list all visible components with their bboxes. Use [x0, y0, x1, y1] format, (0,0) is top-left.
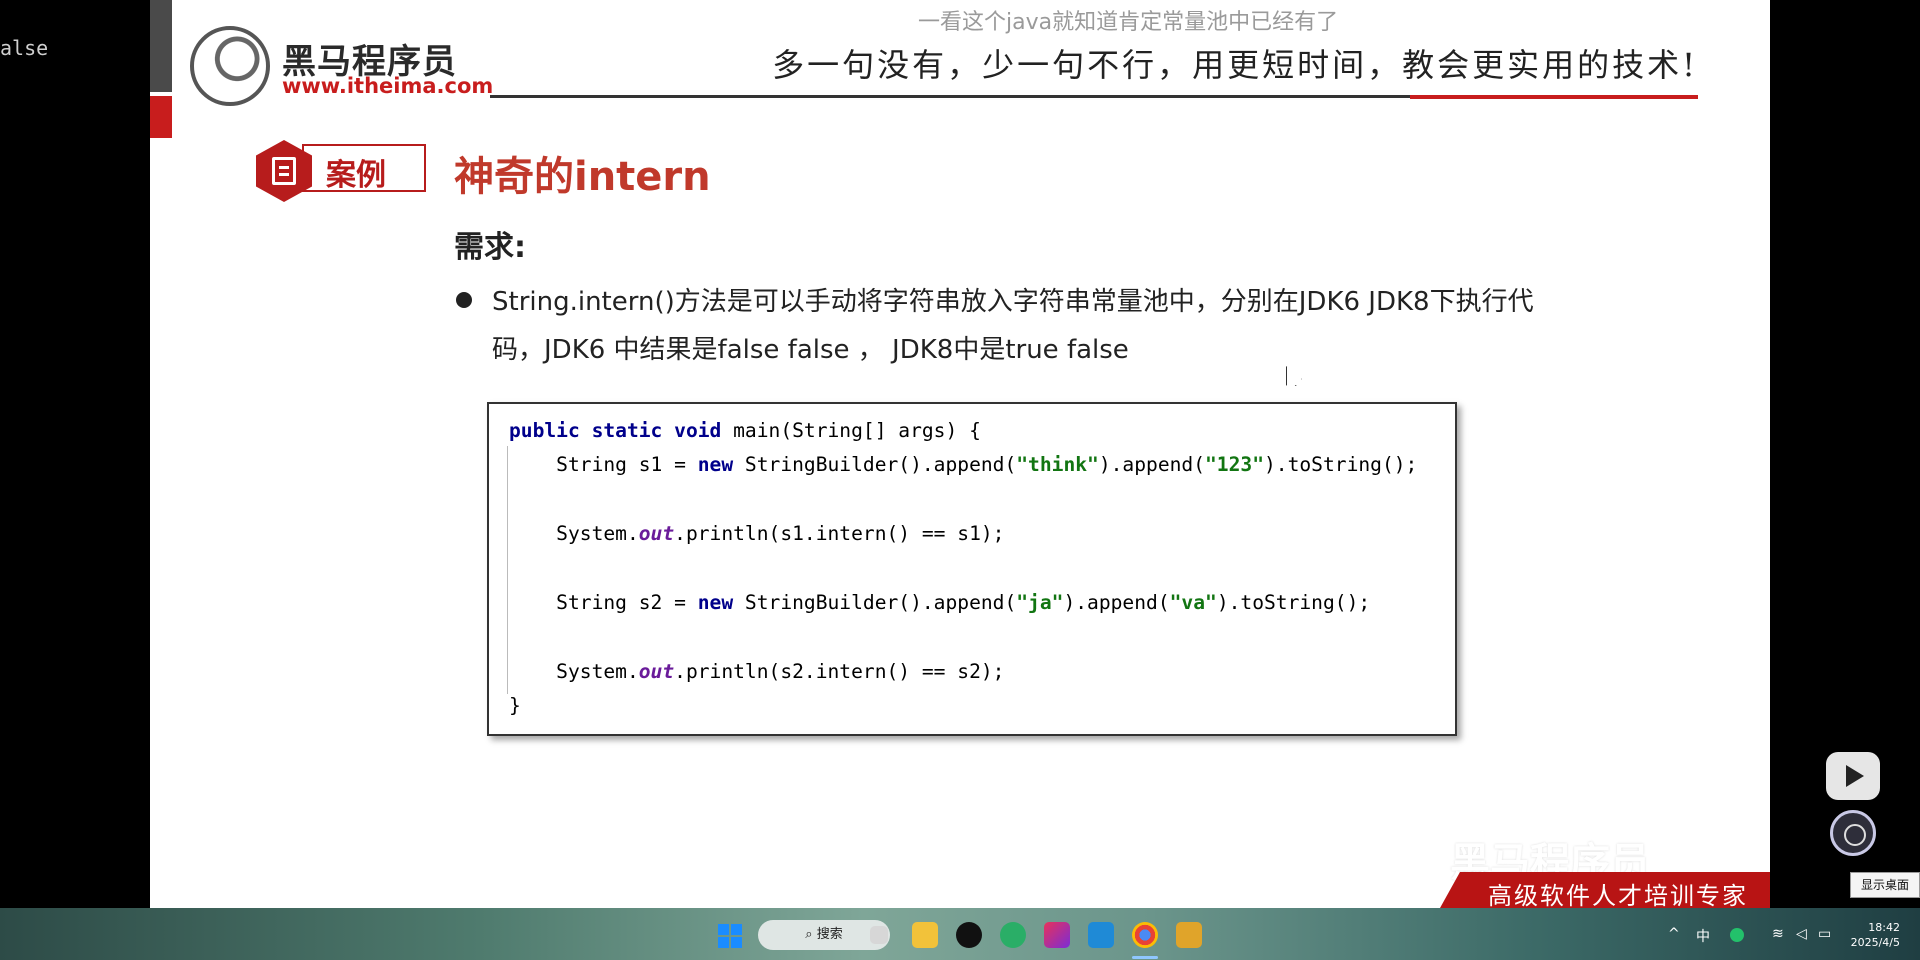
presentation-slide: 黑马程序员 www.itheima.com 一看这个java就知道肯定常量池中已… [150, 0, 1770, 908]
footer-text: 高级软件人才培训专家 [1488, 882, 1748, 908]
taskbar: ⌕ 搜索 ^ 中 ≋ ◁ ▭ 18:42 2025/4/5 [0, 908, 1920, 960]
app-icon[interactable] [1176, 922, 1202, 948]
case-badge: 案例 [256, 140, 426, 202]
bullet-dot-icon [456, 292, 472, 308]
indent-guide [507, 446, 508, 694]
taskbar-search-label: 搜索 [816, 927, 843, 942]
background-terminal-text: alse [0, 36, 49, 60]
search-icon: ⌕ [805, 927, 817, 942]
volume-icon[interactable]: ◁ [1796, 926, 1807, 942]
status-app-icon[interactable] [1730, 928, 1744, 942]
active-app-indicator [1132, 956, 1158, 959]
slide-title: 神奇的intern [454, 154, 711, 200]
requirement-label: 需求: [454, 230, 526, 265]
wifi-icon[interactable]: ≋ [1772, 926, 1784, 942]
avatar[interactable] [1830, 810, 1876, 856]
ime-indicator[interactable]: 中 [1696, 926, 1710, 946]
vscode-icon[interactable] [1088, 922, 1114, 948]
play-button-icon[interactable] [1826, 752, 1880, 800]
battery-icon[interactable]: ▭ [1818, 926, 1831, 942]
overlay-caption: 一看这个java就知道肯定常量池中已经有了 [918, 10, 1339, 35]
clock-time: 18:42 [1868, 921, 1900, 934]
code-block: public static void main(String[] args) {… [487, 402, 1457, 736]
clock-date: 2025/4/5 [1850, 936, 1900, 949]
chrome-icon[interactable] [1132, 922, 1158, 948]
wechat-icon[interactable] [1000, 922, 1026, 948]
windows-start-icon[interactable] [718, 924, 742, 948]
qq-icon[interactable] [956, 922, 982, 948]
document-icon [272, 157, 296, 185]
case-label: 案例 [326, 158, 386, 193]
show-desktop-tooltip: 显示桌面 [1850, 872, 1920, 898]
slogan: 多一句没有，少一句不行，用更短时间，教会更实用的技术! [772, 46, 1698, 84]
intellij-idea-icon[interactable] [1044, 922, 1070, 948]
taskbar-clock[interactable]: 18:42 2025/4/5 [1840, 920, 1900, 950]
requirement-description: String.intern()方法是可以手动将字符串放入字符串常量池中，分别在J… [492, 287, 1534, 365]
chevron-up-icon[interactable]: ^ [1668, 926, 1680, 942]
header-divider-accent [1410, 95, 1698, 99]
code-text: public static void main(String[] args) {… [509, 419, 1418, 718]
slide-left-accent [150, 96, 172, 138]
task-view-icon[interactable] [870, 926, 888, 944]
file-explorer-icon[interactable] [912, 922, 938, 948]
